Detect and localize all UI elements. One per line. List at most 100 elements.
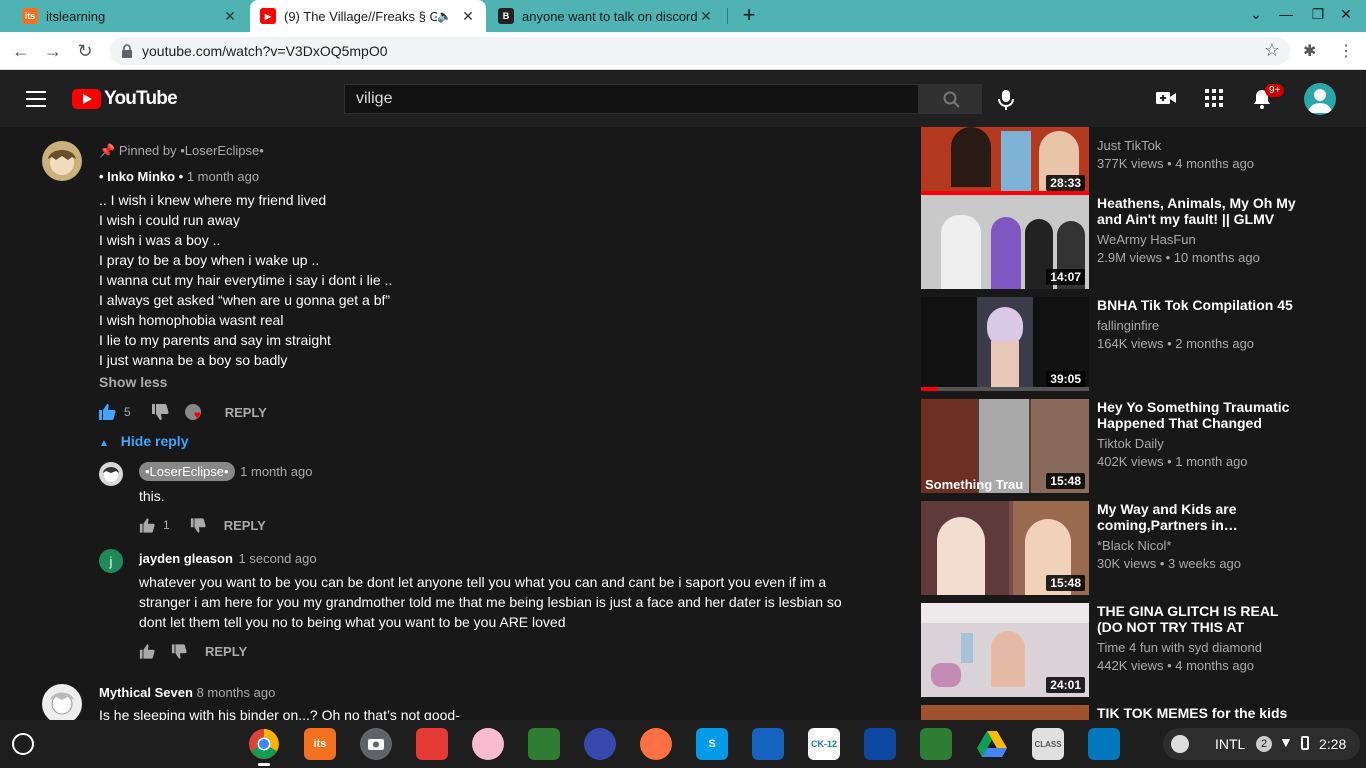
video-thumbnail[interactable]: 39:05 [921,297,1089,391]
typing-club-app-icon[interactable] [864,728,896,760]
minimize-icon[interactable]: — [1276,6,1296,22]
forward-icon[interactable]: → [42,40,64,62]
extensions-icon[interactable]: ✱ [1303,41,1316,61]
recommended-video[interactable]: Something Trau 15:48 Hey Yo Something Tr… [921,399,1321,493]
class-app-icon[interactable]: CLASS [1032,728,1064,760]
tab-discord-post[interactable]: B anyone want to talk on discord - ✕ [488,0,724,32]
tab-search-icon[interactable]: ⌄ [1246,6,1266,23]
ck12-app-icon[interactable]: CK-12 [808,728,840,760]
recommended-video[interactable]: 14:07 Heathens, Animals, My Oh My and Ai… [921,195,1321,289]
geogebra-app-icon[interactable] [584,728,616,760]
back-icon[interactable]: ← [10,40,32,62]
new-tab-button[interactable]: + [737,4,761,28]
itslearning-app-icon[interactable]: its [304,728,336,760]
comment-time[interactable]: 1 month ago [187,169,259,184]
hide-reply-button[interactable]: ▲ Hide reply [99,433,189,449]
hamburger-menu-icon[interactable] [26,91,46,107]
microphone-icon[interactable] [997,89,1015,111]
create-video-icon[interactable] [1155,89,1177,107]
account-avatar[interactable] [1304,83,1336,115]
video-thumbnail[interactable]: Something Trau 15:48 [921,399,1089,493]
recommended-video[interactable]: 15:48 My Way and Kids are coming,Partner… [921,501,1321,595]
chrome-app-icon[interactable] [248,728,280,760]
close-icon[interactable]: ✕ [698,8,714,25]
recommended-video[interactable]: TIK TOK MEMES for the kids [921,705,1321,720]
butterfly-app-icon[interactable] [752,728,784,760]
menu-kebab-icon[interactable]: ⋮ [1338,41,1354,61]
reply-author-chip[interactable]: •LoserEclipse• [139,462,235,481]
hub-app-icon[interactable] [640,728,672,760]
drive-app-icon[interactable] [976,728,1008,760]
like-icon[interactable] [139,643,155,659]
show-less-button[interactable]: Show less [99,374,167,390]
tab-youtube[interactable]: ▶ (9) The Village//Freaks § GL 🔈 ✕ [250,0,486,32]
education-app-icon[interactable] [1088,728,1120,760]
video-channel[interactable]: fallinginfire [1097,318,1159,333]
comment-author[interactable]: Mythical Seven [99,685,193,700]
geogebra-green-app-icon[interactable] [528,728,560,760]
video-channel[interactable]: Tiktok Daily [1097,436,1164,451]
reply-author[interactable]: jayden gleason [139,551,233,566]
recommended-video[interactable]: 28:33 Just TikTok 377K views • 4 months … [921,127,1321,195]
close-icon[interactable]: ✕ [460,8,476,25]
tab-itslearning[interactable]: its itslearning ✕ [12,0,248,32]
reply-time[interactable]: 1 month ago [240,464,312,479]
video-thumbnail[interactable]: 14:07 [921,195,1089,289]
recommended-video[interactable]: 39:05 BNHA Tik Tok Compilation 45 fallin… [921,297,1321,391]
blue-s-app-icon[interactable]: S [696,728,728,760]
close-icon[interactable]: ✕ [222,8,238,25]
reload-icon[interactable]: ↻ [74,40,96,62]
reply-button[interactable]: REPLY [224,518,266,533]
classroom-app-icon[interactable] [920,728,952,760]
search-query: vilige [356,90,393,107]
commenter-avatar[interactable] [42,141,82,181]
search-button[interactable] [918,84,982,114]
video-title[interactable]: Hey Yo Something Traumatic Happened That… [1097,399,1297,431]
box-app-icon[interactable] [416,728,448,760]
youtube-logo[interactable]: YouTube [72,88,178,110]
dislike-icon[interactable] [190,517,206,533]
reply-time[interactable]: 1 second ago [239,551,317,566]
reply-avatar[interactable]: j [99,549,123,573]
video-thumbnail[interactable]: 15:48 [921,501,1089,595]
recommended-video[interactable]: 24:01 THE GINA GLITCH IS REAL (DO NOT TR… [921,603,1321,697]
input-method-label[interactable]: INTL [1215,736,1245,752]
video-thumbnail[interactable]: 28:33 [921,127,1089,195]
reply-avatar[interactable] [99,462,123,486]
status-tray[interactable]: INTL 2 ▼ 2:28 [1163,728,1360,760]
video-title[interactable]: THE GINA GLITCH IS REAL (DO NOT TRY THIS… [1097,603,1297,635]
commenter-avatar[interactable] [42,684,82,720]
video-title[interactable]: My Way and Kids are coming,Partners in… [1097,501,1297,533]
reply-button[interactable]: REPLY [205,644,247,659]
like-filled-icon[interactable] [98,404,116,420]
like-icon[interactable] [139,517,155,533]
maximize-icon[interactable]: ❐ [1308,6,1328,23]
launcher-icon[interactable] [12,733,34,755]
speaker-icon[interactable]: 🔈 [437,9,452,23]
apps-grid-icon[interactable] [1205,89,1223,107]
dislike-icon[interactable] [171,643,187,659]
camera-app-icon[interactable] [360,728,392,760]
search-input[interactable]: vilige [344,84,919,114]
dislike-icon[interactable] [151,404,169,420]
stylus-icon[interactable] [1171,735,1189,753]
comment-time[interactable]: 8 months ago [197,685,276,700]
video-thumbnail[interactable]: 24:01 [921,603,1089,697]
comment-author[interactable]: • Inko Minko • [99,169,183,184]
omnibox[interactable]: youtube.com/watch?v=V3DxOQ5mpO0 ☆ [110,37,1290,65]
reply-line: stranger i am here for you my grandmothe… [139,594,842,610]
reply-button[interactable]: REPLY [225,405,267,420]
video-title[interactable]: BNHA Tik Tok Compilation 45 [1097,297,1297,313]
video-channel[interactable]: Time 4 fun with syd diamond [1097,640,1262,655]
close-window-icon[interactable]: ✕ [1336,6,1356,23]
video-title[interactable]: TIK TOK MEMES for the kids [1097,705,1297,720]
video-title[interactable]: Heathens, Animals, My Oh My and Ain't my… [1097,195,1297,227]
video-channel[interactable]: WeArmy HasFun [1097,232,1196,247]
notification-counter[interactable]: 2 [1256,736,1272,752]
video-channel[interactable]: *Black Nicol* [1097,538,1171,553]
video-channel[interactable]: Just TikTok [1097,138,1161,153]
video-thumbnail[interactable] [921,705,1089,720]
bookmark-star-icon[interactable]: ☆ [1264,40,1280,61]
clock[interactable]: 2:28 [1319,736,1346,752]
pink-app-icon[interactable] [472,728,504,760]
